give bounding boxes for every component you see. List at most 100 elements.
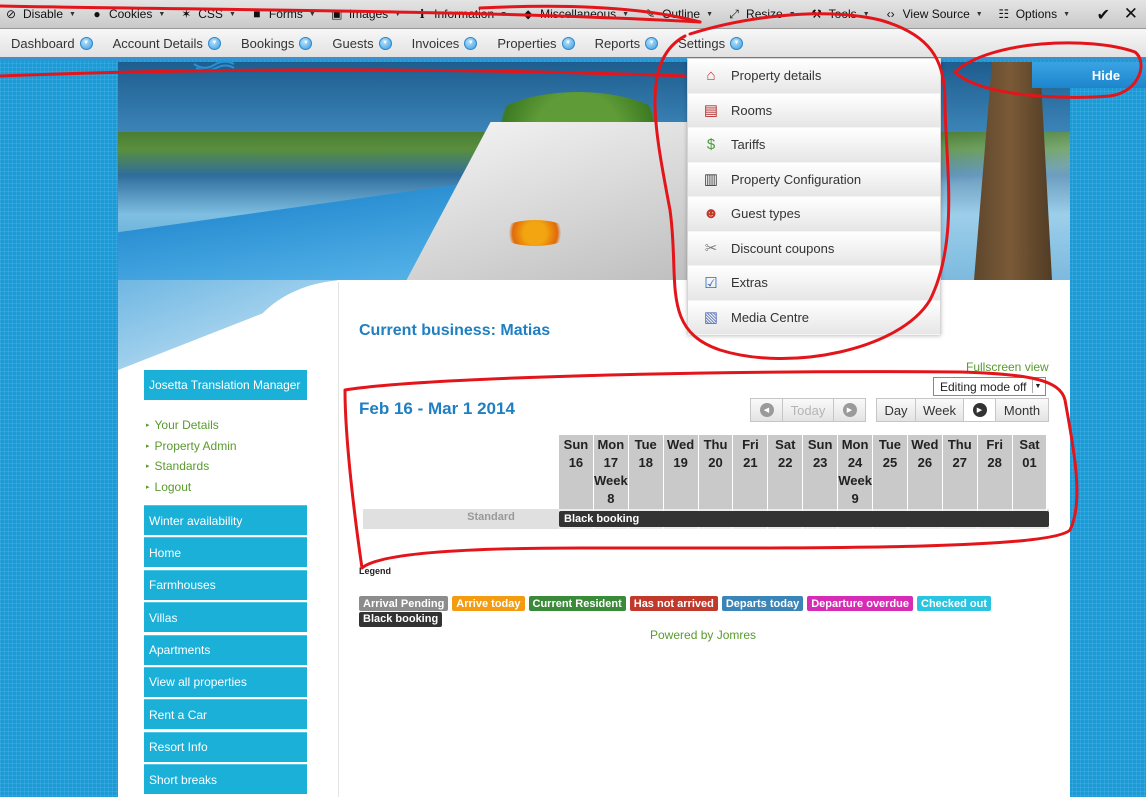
sidebar: Josetta Translation Manager ▸ Your Detail… bbox=[144, 370, 307, 797]
legend: Arrival Pending Arrive today Current Resid… bbox=[359, 596, 1009, 627]
editing-mode-select[interactable]: Editing mode off ▼ bbox=[933, 377, 1046, 396]
nav-home[interactable]: Home bbox=[144, 537, 307, 568]
settings-media-centre[interactable]: ▧ Media Centre bbox=[688, 300, 940, 335]
settings-discount-coupons[interactable]: ✂ Discount coupons bbox=[688, 231, 940, 266]
chevron-down-icon: ▼ bbox=[207, 36, 221, 50]
nav-resort-info[interactable]: Resort Info bbox=[144, 731, 307, 762]
dropdown-arrow-icon: ▼ bbox=[1063, 10, 1071, 18]
chevron-down-icon: ▼ bbox=[730, 36, 744, 50]
chevron-down-icon: ▼ bbox=[378, 36, 392, 50]
info-icon: ℹ bbox=[419, 7, 425, 21]
black-booking-bar[interactable]: Black booking bbox=[559, 511, 1049, 527]
next-button[interactable]: ▶ bbox=[833, 398, 866, 422]
menu-bookings[interactable]: Bookings ▼ bbox=[241, 36, 313, 51]
nav-farmhouses[interactable]: Farmhouses bbox=[144, 569, 307, 600]
menu-settings[interactable]: Settings ▼ bbox=[678, 36, 744, 51]
money-icon: $ bbox=[706, 136, 716, 154]
cube-icon: ◆ bbox=[523, 7, 533, 21]
wand-icon: ✶ bbox=[181, 7, 192, 21]
day-view-button[interactable]: Day bbox=[876, 398, 916, 422]
settings-extras[interactable]: ☑ Extras bbox=[688, 266, 940, 301]
link-property-admin[interactable]: ▸ Property Admin bbox=[146, 436, 307, 457]
calendar-date-range: Feb 16 - Mar 1 2014 bbox=[359, 399, 515, 418]
menu-dashboard[interactable]: Dashboard ▼ bbox=[11, 36, 93, 51]
checkmark-icon[interactable]: ✔ bbox=[1097, 5, 1110, 25]
menu-invoices[interactable]: Invoices ▼ bbox=[412, 36, 478, 51]
dev-options-button[interactable]: ☷ Options ▼ bbox=[997, 7, 1070, 21]
pencil-icon: ✎ bbox=[645, 7, 656, 21]
dropdown-arrow-icon: ▼ bbox=[394, 10, 402, 18]
calendar-day-header: Sun 23 bbox=[803, 435, 839, 509]
link-logout[interactable]: ▸ Logout bbox=[146, 477, 307, 498]
settings-guest-types[interactable]: ☻ Guest types bbox=[688, 197, 940, 232]
dev-disable-button[interactable]: ⊘ Disable ▼ bbox=[4, 7, 76, 21]
calendar-header: Sun 16 Mon 17 Week 8 Tue 18 Wed 19 Thu 20 Fri 21 Sat 22… bbox=[559, 435, 1048, 509]
calendar-day-header: Mon 24 Week 9 bbox=[838, 435, 874, 509]
dev-outline-button[interactable]: ✎ Outline ▼ bbox=[643, 7, 713, 21]
nav-winter-availability[interactable]: Winter availability bbox=[144, 505, 307, 535]
sidebar-title[interactable]: Josetta Translation Manager bbox=[144, 370, 307, 400]
month-view-button[interactable]: Month bbox=[995, 398, 1049, 422]
hide-button[interactable]: Hide bbox=[1032, 62, 1146, 88]
calendar-day-header: Sun 16 bbox=[559, 435, 594, 509]
calendar-day-header: Wed 26 bbox=[907, 435, 943, 509]
calendar-day-header: Tue 18 bbox=[628, 435, 664, 509]
menu-guests[interactable]: Guests ▼ bbox=[332, 36, 392, 51]
dropdown-arrow-icon: ▼ bbox=[622, 10, 630, 18]
nav-rent-a-car[interactable]: Rent a Car bbox=[144, 699, 307, 730]
calendar-day-header: Fri 21 bbox=[733, 435, 769, 509]
dev-images-button[interactable]: ▣ Images ▼ bbox=[330, 7, 401, 21]
settings-property-configuration[interactable]: ▥ Property Configuration bbox=[688, 162, 940, 197]
chevron-down-icon: ▼ bbox=[1032, 380, 1043, 393]
legend-badge: Departs today bbox=[721, 596, 804, 611]
close-icon[interactable]: ✕ bbox=[1124, 4, 1138, 24]
legend-badge: Has not arrived bbox=[629, 596, 718, 611]
nav-villas[interactable]: Villas bbox=[144, 602, 307, 633]
chevron-left-icon: ◀ bbox=[759, 403, 774, 417]
bullet-icon: ▸ bbox=[146, 422, 150, 430]
week-view-button[interactable]: Week bbox=[915, 398, 964, 422]
dropdown-arrow-icon: ▼ bbox=[500, 10, 508, 18]
settings-tariffs[interactable]: $ Tariffs bbox=[688, 128, 940, 163]
code-icon: ‹› bbox=[886, 7, 895, 21]
calendar-day-header: Fri 28 bbox=[977, 435, 1013, 509]
chevron-down-icon: ▼ bbox=[299, 36, 313, 50]
calendar-day-header: Wed 19 bbox=[663, 435, 699, 509]
settings-rooms[interactable]: ▤ Rooms bbox=[688, 93, 940, 128]
fullscreen-view-link[interactable]: Fullscreen view bbox=[966, 360, 1049, 374]
link-your-details[interactable]: ▸ Your Details bbox=[146, 415, 307, 436]
dev-view-source-button[interactable]: ‹› View Source ▼ bbox=[884, 7, 983, 21]
dev-tools-button[interactable]: ⚒ Tools ▼ bbox=[810, 7, 870, 21]
bullet-icon: ▸ bbox=[146, 442, 150, 450]
view-toggle-button[interactable]: ▶ bbox=[963, 398, 996, 422]
dev-information-button[interactable]: ℹ Information ▼ bbox=[415, 7, 507, 21]
menu-reports[interactable]: Reports ▼ bbox=[595, 36, 659, 51]
prev-button[interactable]: ◀ bbox=[750, 398, 783, 422]
link-standards[interactable]: ▸ Standards bbox=[146, 456, 307, 477]
today-button[interactable]: Today bbox=[782, 398, 834, 422]
dev-cookies-button[interactable]: ● Cookies ▼ bbox=[90, 7, 165, 21]
powered-by-link[interactable]: Powered by Jomres bbox=[650, 628, 756, 642]
nav-short-breaks[interactable]: Short breaks bbox=[144, 764, 307, 795]
options-icon: ☷ bbox=[998, 7, 1010, 21]
nav-view-all-properties[interactable]: View all properties bbox=[144, 666, 307, 697]
dev-miscellaneous-button[interactable]: ◆ Miscellaneous ▼ bbox=[521, 7, 629, 21]
calendar-day-header: Thu 27 bbox=[942, 435, 978, 509]
dev-forms-button[interactable]: ■ Forms ▼ bbox=[250, 7, 316, 21]
legend-badge: Arrival Pending bbox=[359, 596, 449, 611]
menu-properties[interactable]: Properties ▼ bbox=[497, 36, 575, 51]
guests-icon: ☻ bbox=[703, 205, 719, 223]
dropdown-arrow-icon: ▼ bbox=[706, 10, 714, 18]
legend-badge: Arrive today bbox=[452, 596, 525, 611]
coupon-icon: ✂ bbox=[704, 240, 718, 258]
menu-account-details[interactable]: Account Details ▼ bbox=[113, 36, 221, 51]
dropdown-arrow-icon: ▼ bbox=[788, 10, 796, 18]
dropdown-arrow-icon: ▼ bbox=[975, 10, 983, 18]
legend-badge: Checked out bbox=[917, 596, 992, 611]
dev-resize-button[interactable]: ⤢ Resize ▼ bbox=[727, 7, 796, 22]
nav-apartments[interactable]: Apartments bbox=[144, 634, 307, 665]
dropdown-arrow-icon: ▼ bbox=[862, 10, 870, 18]
settings-property-details[interactable]: ⌂ Property details bbox=[688, 59, 940, 94]
legend-badge: Departure overdue bbox=[807, 596, 914, 611]
dev-css-button[interactable]: ✶ CSS ▼ bbox=[179, 7, 236, 21]
